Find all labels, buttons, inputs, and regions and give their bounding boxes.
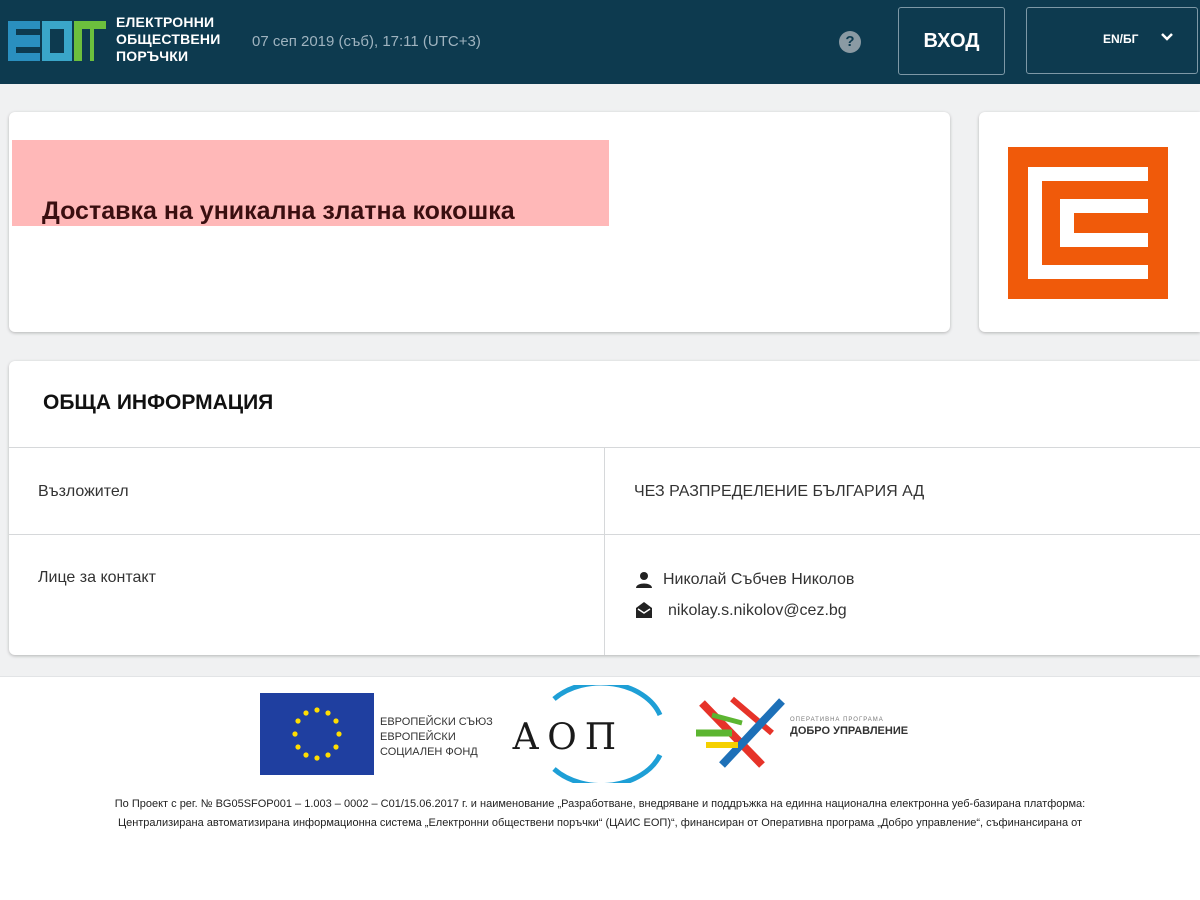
contracting-authority-label: Възложител [38, 483, 129, 500]
good-governance-logo-icon [696, 696, 785, 768]
procurement-title: Доставка на уникална златна кокошка [42, 197, 515, 225]
contracting-authority-value: ЧЕЗ РАЗПРЕДЕЛЕНИЕ БЪЛГАРИЯ АД [634, 483, 925, 500]
contact-person-name: Николай Събчев Николов [663, 571, 855, 588]
main-content: Доставка на уникална златна кокошка ОБЩА… [0, 84, 1200, 676]
eu-line-1: ЕВРОПЕЙСКИ СЪЮЗ [380, 716, 493, 728]
contracting-authority-logo-card [979, 112, 1200, 332]
eu-fund-text: ЕВРОПЕЙСКИ СЪЮЗ ЕВРОПЕЙСКИ СОЦИАЛЕН ФОНД [380, 715, 493, 760]
project-funding-note: По Проект с рег. № BG05SFOP001 – 1.003 –… [10, 795, 1190, 833]
help-icon[interactable]: ? [839, 31, 861, 53]
aop-logo-text: АОП [512, 717, 625, 758]
top-header: ЕЛЕКТРОННИ ОБЩЕСТВЕНИ ПОРЪЧКИ 07 сеп 201… [0, 0, 1200, 84]
general-info-heading: ОБЩА ИНФОРМАЦИЯ [43, 391, 274, 414]
eop-logo-icon[interactable] [8, 17, 106, 65]
person-icon [636, 572, 652, 588]
logo-line-3: ПОРЪЧКИ [116, 48, 189, 64]
logo-line-2: ОБЩЕСТВЕНИ [116, 31, 221, 47]
title-card: Доставка на уникална златна кокошка [9, 112, 950, 332]
operational-program-label: ОПЕРАТИВНА ПРОГРАМА [790, 717, 884, 723]
chevron-down-icon [1161, 33, 1173, 41]
contact-person-label: Лице за контакт [38, 569, 156, 586]
good-governance-label: ДОБРО УПРАВЛЕНИЕ [790, 725, 909, 737]
eu-line-3: СОЦИАЛЕН ФОНД [380, 746, 478, 758]
login-button[interactable]: ВХОД [898, 7, 1005, 75]
language-label: EN/БГ [1103, 32, 1139, 46]
language-select[interactable]: EN/БГ [1026, 7, 1198, 74]
current-datetime: 07 сеп 2019 (съб), 17:11 (UTC+3) [252, 33, 481, 50]
logo-text[interactable]: ЕЛЕКТРОННИ ОБЩЕСТВЕНИ ПОРЪЧКИ [116, 14, 221, 65]
contact-email-link[interactable]: nikolay.s.nikolov@cez.bg [668, 602, 847, 620]
email-icon [636, 602, 652, 618]
general-info-card: ОБЩА ИНФОРМАЦИЯ Възложител ЧЕЗ РАЗПРЕДЕЛ… [9, 361, 1200, 655]
footer: ЕВРОПЕЙСКИ СЪЮЗ ЕВРОПЕЙСКИ СОЦИАЛЕН ФОНД… [0, 676, 1200, 900]
eu-line-2: ЕВРОПЕЙСКИ [380, 731, 456, 743]
eu-flag-icon [260, 693, 374, 775]
logo-line-1: ЕЛЕКТРОННИ [116, 14, 215, 30]
title-highlight: Доставка на уникална златна кокошка [12, 140, 609, 226]
footer-note-line-2: Централизирана автоматизирана информацио… [117, 817, 1083, 829]
column-divider [604, 448, 605, 655]
footer-note-line-1: По Проект с рег. № BG05SFOP001 – 1.003 –… [114, 798, 1086, 810]
cez-logo-icon [1008, 147, 1168, 299]
